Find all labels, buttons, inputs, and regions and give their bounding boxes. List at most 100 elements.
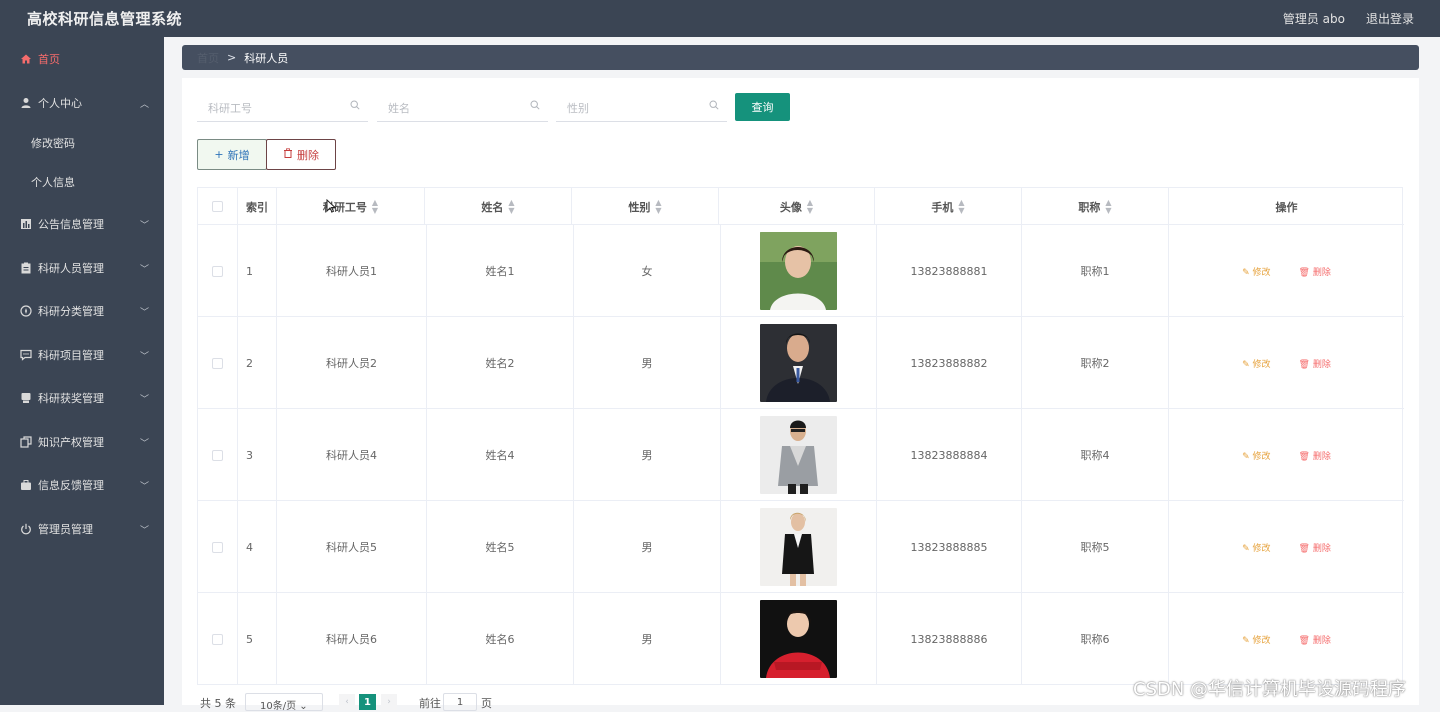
search-field-name[interactable]: 姓名 xyxy=(377,93,548,122)
row-checkbox[interactable] xyxy=(212,633,223,645)
column-header-label: 职称 xyxy=(1078,200,1101,214)
sidebar-item-label: 科研分类管理 xyxy=(38,305,104,318)
delete-label: 删除 xyxy=(1312,635,1331,646)
search-input-id[interactable]: 科研工号 xyxy=(208,100,252,116)
edit-icon: ✎ xyxy=(1242,267,1253,278)
sidebar-item-personal-center[interactable]: 个人中心 ︿ xyxy=(0,88,164,118)
sort-icon[interactable]: ▲ ▼ xyxy=(958,198,964,215)
breadcrumb: 首页 > 科研人员 xyxy=(182,45,1419,70)
sort-icon[interactable]: ▲ ▼ xyxy=(508,198,514,215)
avatar xyxy=(760,508,837,586)
sort-icon[interactable]: ▲ ▼ xyxy=(655,198,661,215)
search-field-id[interactable]: 科研工号 xyxy=(197,93,368,122)
sidebar-item-researcher[interactable]: 科研人员管理 ﹀ xyxy=(0,253,164,283)
edit-icon: ✎ xyxy=(1242,359,1253,370)
avatar xyxy=(760,324,837,402)
chevron-down-icon: ﹀ xyxy=(140,220,150,231)
delete-button[interactable]: 🗑 删除 xyxy=(1299,357,1331,370)
column-header-label: 索引 xyxy=(246,200,268,214)
row-select-cell xyxy=(198,409,238,501)
current-user[interactable]: 管理员 abo xyxy=(1283,10,1345,27)
edit-label: 修改 xyxy=(1252,543,1271,554)
actions-cell: ✎ 修改 🗑 删除 xyxy=(1169,317,1404,409)
avatar-cell xyxy=(721,317,877,409)
column-header-title[interactable]: 职称 ▲ ▼ xyxy=(1022,188,1169,225)
phone-cell: 13823888886 xyxy=(877,593,1022,685)
sidebar-item-category[interactable]: 科研分类管理 ﹀ xyxy=(0,296,164,326)
page-number-current[interactable]: 1 xyxy=(359,694,376,710)
sidebar-item-home[interactable]: 首页 xyxy=(0,44,164,74)
sidebar-item-feedback[interactable]: 信息反馈管理 ﹀ xyxy=(0,470,164,500)
edit-label: 修改 xyxy=(1252,635,1271,646)
goto-unit: 页 xyxy=(481,697,492,710)
search-field-gender[interactable]: 性别 xyxy=(556,93,727,122)
batch-delete-button[interactable]: 删除 xyxy=(266,139,336,170)
sidebar-item-ip[interactable]: 知识产权管理 ﹀ xyxy=(0,427,164,457)
name-cell: 姓名1 xyxy=(427,225,574,317)
search-input-gender[interactable]: 性别 xyxy=(567,100,589,116)
edit-button[interactable]: ✎ 修改 xyxy=(1242,449,1270,462)
sort-icon[interactable]: ▲ ▼ xyxy=(1105,198,1111,215)
briefcase-icon xyxy=(20,479,32,491)
edit-button[interactable]: ✎ 修改 xyxy=(1242,265,1270,278)
select-all-checkbox[interactable] xyxy=(212,201,223,212)
avatar xyxy=(760,416,837,494)
next-page-button[interactable]: › xyxy=(381,694,397,710)
phone-cell: 13823888882 xyxy=(877,317,1022,409)
chevron-down-icon: ﹀ xyxy=(140,438,150,449)
delete-button[interactable]: 🗑 删除 xyxy=(1299,541,1331,554)
name-cell: 姓名5 xyxy=(427,501,574,593)
avatar-cell xyxy=(721,501,877,593)
delete-label: 删除 xyxy=(1312,267,1331,278)
search-icon xyxy=(709,100,719,113)
row-checkbox[interactable] xyxy=(212,357,223,369)
sidebar-item-announcement[interactable]: 公告信息管理 ﹀ xyxy=(0,209,164,239)
id-cell: 科研人员1 xyxy=(277,225,427,317)
add-button[interactable]: + 新增 xyxy=(197,139,267,170)
sidebar-item-award[interactable]: 科研获奖管理 ﹀ xyxy=(0,383,164,413)
search-input-name[interactable]: 姓名 xyxy=(388,100,410,116)
goto-page-input[interactable]: 1 xyxy=(443,693,477,711)
sort-icon[interactable]: ▲ ▼ xyxy=(807,198,813,215)
column-header-phone[interactable]: 手机 ▲ ▼ xyxy=(875,188,1022,225)
delete-button[interactable]: 🗑 删除 xyxy=(1299,633,1331,646)
table-row: 3 科研人员4 姓名4 男 13823888884 职称4 ✎ 修改 🗑 删除 xyxy=(198,409,1404,501)
row-checkbox[interactable] xyxy=(212,449,223,461)
edit-button[interactable]: ✎ 修改 xyxy=(1242,541,1270,554)
sidebar-item-admin[interactable]: 管理员管理 ﹀ xyxy=(0,514,164,544)
index-cell: 2 xyxy=(238,317,277,409)
sidebar-subitem-personal-info[interactable]: 个人信息 xyxy=(0,167,164,197)
column-header-gender[interactable]: 性别 ▲ ▼ xyxy=(572,188,719,225)
breadcrumb-home[interactable]: 首页 xyxy=(197,50,219,66)
delete-label: 删除 xyxy=(1312,359,1331,370)
sidebar-subitem-change-password[interactable]: 修改密码 xyxy=(0,128,164,158)
prev-page-button[interactable]: ‹ xyxy=(339,694,355,710)
avatar-cell xyxy=(721,593,877,685)
sidebar-item-label: 个人中心 xyxy=(38,97,82,110)
trash-icon xyxy=(283,148,293,161)
home-icon xyxy=(20,53,32,65)
sort-icon[interactable]: ▲ ▼ xyxy=(372,198,378,215)
column-header-name[interactable]: 姓名 ▲ ▼ xyxy=(425,188,572,225)
logout-link[interactable]: 退出登录 xyxy=(1366,10,1414,27)
edit-button[interactable]: ✎ 修改 xyxy=(1242,357,1270,370)
row-checkbox[interactable] xyxy=(212,265,223,277)
edit-icon: ✎ xyxy=(1242,635,1253,646)
delete-button[interactable]: 🗑 删除 xyxy=(1299,449,1331,462)
chat-icon xyxy=(20,349,32,361)
app-title: 高校科研信息管理系统 xyxy=(27,10,183,28)
avatar-cell xyxy=(721,409,877,501)
column-header-avatar[interactable]: 头像 ▲ ▼ xyxy=(719,188,875,225)
id-cell: 科研人员4 xyxy=(277,409,427,501)
edit-button[interactable]: ✎ 修改 xyxy=(1242,633,1270,646)
sidebar-item-label: 科研获奖管理 xyxy=(38,392,104,405)
sidebar-item-label: 科研项目管理 xyxy=(38,349,104,362)
column-header-id[interactable]: 科研工号 ▲ ▼ xyxy=(277,188,425,225)
row-checkbox[interactable] xyxy=(212,541,223,553)
row-select-cell xyxy=(198,225,238,317)
table-row: 4 科研人员5 姓名5 男 13823888885 职称5 ✎ 修改 🗑 删除 xyxy=(198,501,1404,593)
query-button[interactable]: 查询 xyxy=(735,93,790,121)
page-size-select[interactable]: 10条/页 ⌄ xyxy=(245,693,323,712)
sidebar-item-project[interactable]: 科研项目管理 ﹀ xyxy=(0,340,164,370)
delete-button[interactable]: 🗑 删除 xyxy=(1299,265,1331,278)
